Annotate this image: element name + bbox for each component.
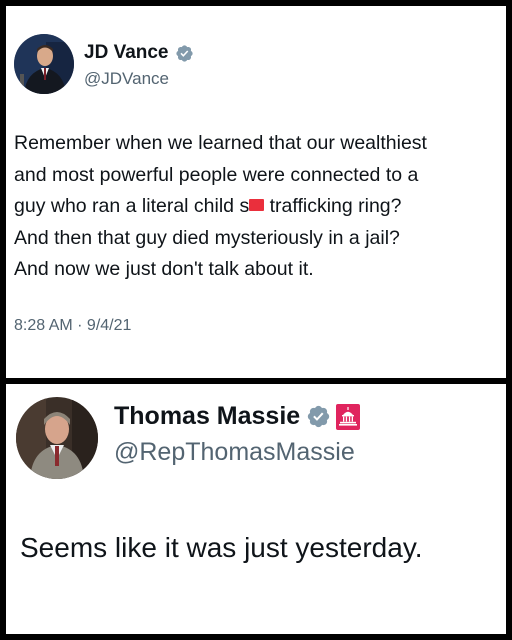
- capitol-building-icon: [336, 403, 361, 430]
- author-name[interactable]: Thomas Massie: [114, 402, 300, 431]
- tweet-text-segment: trafficking ring?: [264, 195, 402, 217]
- tweet-timestamp[interactable]: 8:28 AM · 9/4/21: [14, 317, 131, 335]
- screenshot-frame: JD Vance @JDVance Remember when we learn…: [0, 0, 512, 640]
- redaction-mark: [249, 199, 265, 211]
- tweet-text-segment: guy who ran a literal child s: [14, 195, 250, 217]
- avatar-image: [16, 397, 98, 479]
- avatar-jdvance[interactable]: [14, 34, 74, 94]
- verified-badge-icon: [306, 404, 331, 429]
- tweet-text-line: And now we just don't talk about it.: [14, 258, 314, 280]
- tweet-card-repthomasmassie[interactable]: Thomas Massie @RepThomasMassie Seems lik…: [6, 384, 506, 634]
- author-handle[interactable]: @RepThomasMassie: [114, 438, 355, 467]
- tweet-text-line: and most powerful people were connected …: [14, 163, 419, 186]
- tweet-text-line: Remember when we learned that our wealth…: [14, 132, 427, 154]
- avatar-image: [14, 34, 74, 94]
- verified-badge-icon: [175, 44, 194, 63]
- author-handle[interactable]: @JDVance: [84, 69, 169, 89]
- tweet-text: Remember when we learned that our wealth…: [14, 128, 502, 286]
- tweet-text-line: And then that guy died mysteriously in a…: [14, 226, 400, 249]
- avatar-repthomasmassie[interactable]: [16, 397, 98, 479]
- author-name[interactable]: JD Vance: [84, 42, 169, 64]
- tweet-text: Seems like it was just yesterday.: [20, 532, 423, 563]
- author-row: Thomas Massie: [114, 402, 361, 431]
- tweet-text-line: guy who ran a literal child s traffickin…: [14, 191, 502, 223]
- author-row: JD Vance: [84, 42, 194, 64]
- tweet-card-jdvance[interactable]: JD Vance @JDVance Remember when we learn…: [6, 6, 506, 378]
